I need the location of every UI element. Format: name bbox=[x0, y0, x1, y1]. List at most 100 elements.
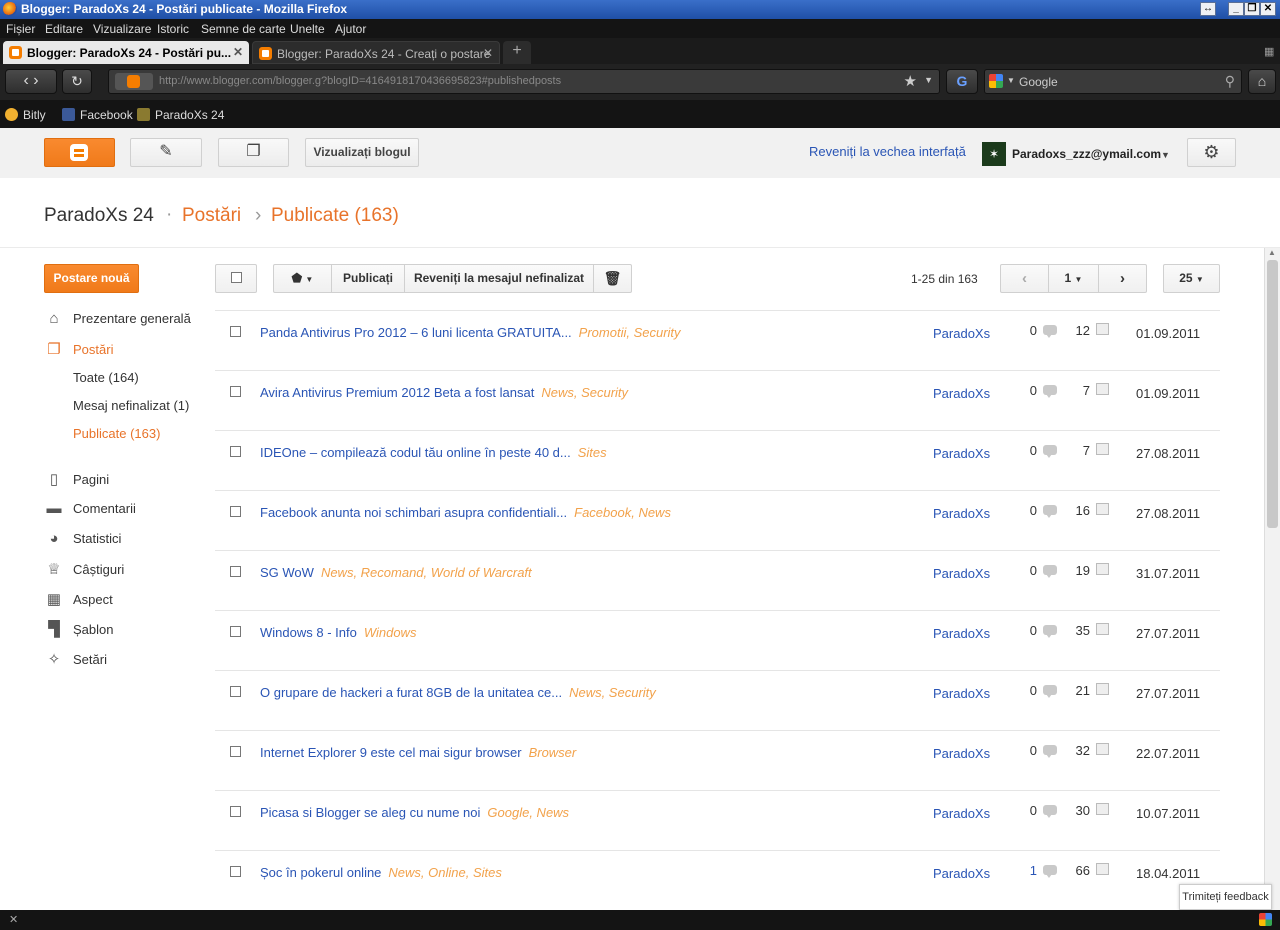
menu-bookmarks[interactable]: Semne de carte bbox=[201, 22, 286, 36]
scrollbar[interactable]: ▲ bbox=[1264, 248, 1280, 910]
sidebar-item-settings[interactable]: ✧ Setări bbox=[44, 650, 107, 668]
chevron-down-icon[interactable]: ▼ bbox=[1161, 150, 1170, 160]
page-select[interactable]: 1 ▼ bbox=[1048, 264, 1099, 293]
next-page-button[interactable]: › bbox=[1098, 264, 1147, 293]
scrollbar-thumb[interactable] bbox=[1267, 260, 1278, 528]
row-checkbox[interactable] bbox=[230, 566, 241, 577]
chevron-down-icon[interactable]: ▼ bbox=[924, 75, 933, 85]
user-email[interactable]: Paradoxs_zzz@ymail.com bbox=[1012, 147, 1161, 161]
tab-create-post[interactable]: Blogger: ParadoXs 24 - Creați o postare … bbox=[252, 41, 500, 64]
new-tab-button[interactable]: + bbox=[503, 41, 531, 64]
sidebar-item-pages[interactable]: ▯ Pagini bbox=[44, 470, 109, 488]
minimize-button[interactable]: _ bbox=[1228, 2, 1244, 16]
menu-help[interactable]: Ajutor bbox=[335, 22, 366, 36]
home-button[interactable]: ⌂ bbox=[1248, 69, 1276, 94]
restore-button[interactable]: ❐ bbox=[1244, 2, 1260, 16]
post-title[interactable]: O grupare de hackeri a furat 8GB de la u… bbox=[260, 685, 656, 700]
post-labels[interactable]: Browser bbox=[529, 745, 577, 760]
row-checkbox[interactable] bbox=[230, 806, 241, 817]
row-checkbox[interactable] bbox=[230, 686, 241, 697]
post-author[interactable]: ParadoXs bbox=[933, 326, 990, 341]
close-tab-icon[interactable]: ✕ bbox=[233, 45, 243, 59]
menu-edit[interactable]: Editare bbox=[45, 22, 83, 36]
new-post-pencil-button[interactable]: ✎ bbox=[130, 138, 202, 167]
per-page-select[interactable]: 25 ▼ bbox=[1163, 264, 1220, 293]
scroll-up-icon[interactable]: ▲ bbox=[1268, 248, 1276, 257]
sidebar-item-earnings[interactable]: ♕ Câștiguri bbox=[44, 560, 124, 578]
post-labels[interactable]: Google, News bbox=[487, 805, 569, 820]
post-labels[interactable]: Sites bbox=[578, 445, 607, 460]
posts-list-button[interactable]: ❐ bbox=[218, 138, 289, 167]
bookmark-paradoxs[interactable]: ParadoXs 24 bbox=[137, 108, 224, 122]
post-author[interactable]: ParadoXs bbox=[933, 746, 990, 761]
post-author[interactable]: ParadoXs bbox=[933, 866, 990, 881]
search-bar[interactable]: ▼ Google ⚲ bbox=[984, 69, 1242, 94]
reload-button[interactable]: ↻ bbox=[62, 69, 92, 94]
post-author[interactable]: ParadoXs bbox=[933, 506, 990, 521]
row-checkbox[interactable] bbox=[230, 746, 241, 757]
post-title[interactable]: Internet Explorer 9 este cel mai sigur b… bbox=[260, 745, 576, 760]
row-checkbox[interactable] bbox=[230, 506, 241, 517]
site-identity[interactable] bbox=[115, 73, 153, 90]
post-title[interactable]: Avira Antivirus Premium 2012 Beta a fost… bbox=[260, 385, 628, 400]
back-forward-buttons[interactable]: ‹ › bbox=[5, 69, 57, 94]
menu-file[interactable]: Fișier bbox=[6, 22, 35, 36]
post-author[interactable]: ParadoXs bbox=[933, 446, 990, 461]
post-labels[interactable]: News, Security bbox=[541, 385, 628, 400]
chevron-down-icon[interactable]: ▼ bbox=[1007, 76, 1015, 85]
blog-title[interactable]: ParadoXs 24 bbox=[44, 205, 154, 227]
sidebar-item-stats[interactable]: ◕ Statistici bbox=[44, 530, 121, 547]
post-author[interactable]: ParadoXs bbox=[933, 566, 990, 581]
delete-button[interactable]: 🗑 bbox=[593, 264, 632, 293]
sidebar-item-posts[interactable]: ❐ Postări bbox=[44, 340, 113, 358]
post-labels[interactable]: Facebook, News bbox=[574, 505, 671, 520]
row-checkbox[interactable] bbox=[230, 326, 241, 337]
sidebar-sub-all[interactable]: Toate (164) bbox=[73, 370, 139, 385]
previous-page-button[interactable]: ‹ bbox=[1000, 264, 1049, 293]
search-icon[interactable]: ⚲ bbox=[1225, 73, 1235, 90]
post-labels[interactable]: News, Security bbox=[569, 685, 656, 700]
avatar[interactable]: ✶ bbox=[982, 142, 1006, 166]
sidebar-item-overview[interactable]: ⌂ Prezentare generală bbox=[44, 310, 190, 327]
blogger-home-button[interactable] bbox=[44, 138, 115, 167]
select-all-checkbox[interactable] bbox=[215, 264, 257, 293]
bookmark-star-icon[interactable]: ★ bbox=[904, 72, 917, 90]
row-checkbox[interactable] bbox=[230, 626, 241, 637]
feedback-button[interactable]: Trimiteți feedback bbox=[1179, 884, 1272, 910]
sidebar-sub-drafts[interactable]: Mesaj nefinalizat (1) bbox=[73, 398, 189, 413]
post-title[interactable]: Șoc în pokerul online News, Online, Sites bbox=[260, 865, 502, 880]
row-checkbox[interactable] bbox=[230, 446, 241, 457]
sidebar-item-template[interactable]: ▜ Șablon bbox=[44, 620, 113, 638]
sidebar-item-comments[interactable]: ▬ Comentarii bbox=[44, 500, 136, 517]
settings-button[interactable]: ⚙ bbox=[1187, 138, 1236, 167]
bookmark-facebook[interactable]: Facebook bbox=[62, 108, 133, 122]
close-window-button[interactable]: ✕ bbox=[1260, 2, 1276, 16]
sidebar-sub-published[interactable]: Publicate (163) bbox=[73, 426, 160, 441]
post-title[interactable]: SG WoW News, Recomand, World of Warcraft bbox=[260, 565, 532, 580]
old-interface-link[interactable]: Reveniți la vechea interfață bbox=[809, 144, 966, 159]
post-labels[interactable]: News, Online, Sites bbox=[388, 865, 501, 880]
tab-list-icon[interactable]: ▦ bbox=[1264, 45, 1274, 58]
post-author[interactable]: ParadoXs bbox=[933, 686, 990, 701]
post-title[interactable]: IDEOne – compilează codul tău online în … bbox=[260, 445, 607, 460]
label-button[interactable]: ⬟ ▼ bbox=[273, 264, 332, 293]
close-icon[interactable]: ✕ bbox=[9, 913, 18, 926]
post-title[interactable]: Facebook anunta noi schimbari asupra con… bbox=[260, 505, 671, 520]
menu-history[interactable]: Istoric bbox=[157, 22, 189, 36]
close-tab-icon[interactable]: ✕ bbox=[483, 46, 493, 60]
post-labels[interactable]: Promotii, Security bbox=[579, 325, 681, 340]
post-author[interactable]: ParadoXs bbox=[933, 626, 990, 641]
breadcrumb-posts[interactable]: Postări bbox=[182, 205, 241, 227]
post-author[interactable]: ParadoXs bbox=[933, 386, 990, 401]
tab-published-posts[interactable]: Blogger: ParadoXs 24 - Postări pu... ✕ bbox=[3, 41, 249, 64]
view-blog-button[interactable]: Vizualizați blogul bbox=[305, 138, 419, 167]
post-title[interactable]: Picasa si Blogger se aleg cu nume noi Goo… bbox=[260, 805, 569, 820]
post-title[interactable]: Panda Antivirus Pro 2012 – 6 luni licent… bbox=[260, 325, 681, 340]
row-checkbox[interactable] bbox=[230, 386, 241, 397]
sidebar-item-layout[interactable]: ▦ Aspect bbox=[44, 590, 113, 608]
resize-icon[interactable]: ↔ bbox=[1200, 2, 1216, 16]
new-post-button[interactable]: Postare nouă bbox=[44, 264, 139, 293]
post-comment-count[interactable]: 1 bbox=[1015, 863, 1037, 878]
search-input[interactable]: Google bbox=[1019, 75, 1058, 89]
post-labels[interactable]: Windows bbox=[364, 625, 417, 640]
